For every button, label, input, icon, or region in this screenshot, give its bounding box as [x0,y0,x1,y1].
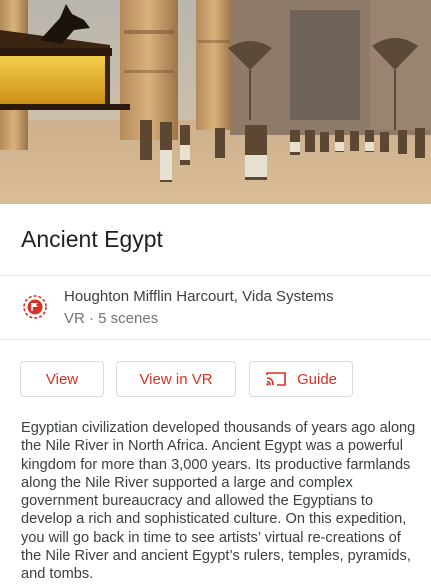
tour-description: Egyptian civilization developed thousand… [21,420,416,583]
divider-bottom [0,339,431,340]
hero-image [0,0,431,204]
guide-button[interactable]: Guide [249,361,353,397]
provider-name: Houghton Mifflin Harcourt, Vida Systems [64,288,334,305]
guide-button-label: Guide [296,370,338,388]
divider-top [0,275,431,276]
view-button-label: View [45,370,79,388]
view-in-vr-button-label: View in VR [139,370,213,388]
tour-meta: VR · 5 scenes [64,310,159,327]
view-button[interactable]: View [20,361,104,397]
view-in-vr-button[interactable]: View in VR [116,361,236,397]
cast-icon [265,371,287,387]
tour-title: Ancient Egypt [21,226,163,252]
flag-pin-icon [22,294,48,320]
